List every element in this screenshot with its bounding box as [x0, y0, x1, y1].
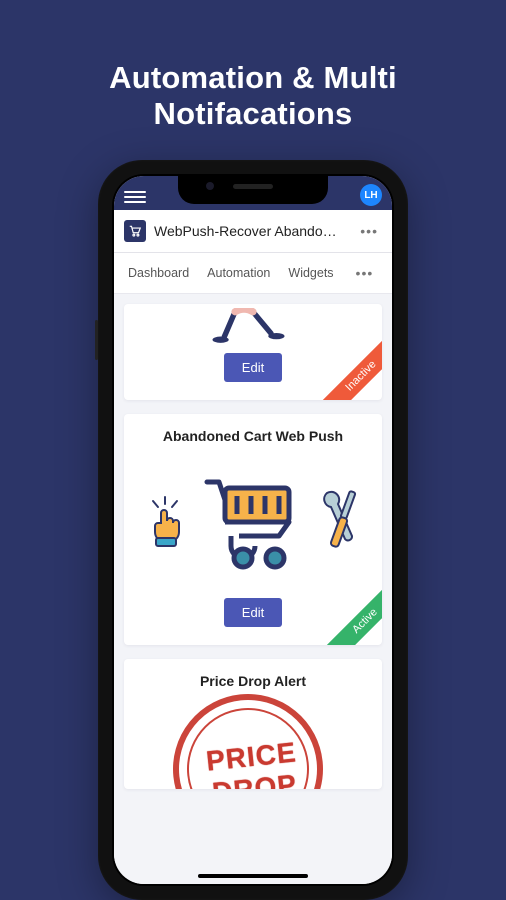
app-icon [124, 220, 146, 242]
edit-button[interactable]: Edit [224, 598, 282, 627]
edit-button[interactable]: Edit [224, 353, 282, 382]
tabs-more-icon[interactable]: ••• [352, 263, 378, 283]
card-welcome-push: Edit Inactive [124, 304, 382, 400]
more-icon[interactable]: ••• [356, 221, 382, 241]
card-title: Price Drop Alert [134, 673, 372, 689]
content-scroll[interactable]: Edit Inactive Abandoned Cart Web Push [114, 294, 392, 884]
tabs: Dashboard Automation Widgets ••• [114, 253, 392, 294]
card-title: Abandoned Cart Web Push [134, 428, 372, 444]
tab-automation[interactable]: Automation [207, 266, 270, 280]
cart-icon [201, 472, 301, 572]
phone-notch [178, 176, 328, 204]
abandoned-illustration [134, 462, 372, 582]
hand-click-icon [145, 495, 185, 549]
tab-dashboard[interactable]: Dashboard [128, 266, 189, 280]
tools-icon [317, 487, 361, 557]
app-title: WebPush-Recover Abando… [154, 223, 348, 239]
card-abandoned-cart: Abandoned Cart Web Push [124, 414, 382, 645]
app-title-row: WebPush-Recover Abando… ••• [114, 210, 392, 253]
menu-icon[interactable] [124, 188, 146, 206]
home-indicator [198, 874, 308, 878]
tab-widgets[interactable]: Widgets [288, 266, 333, 280]
card-price-drop: Price Drop Alert PRICE DROP [124, 659, 382, 789]
page-title: Automation & Multi Notifacations [0, 0, 506, 162]
price-drop-stamp: PRICE DROP [168, 689, 338, 789]
phone-mockup: LH WebPush-Recover Abando… ••• Dashboard… [98, 160, 408, 900]
welcome-illustration [134, 308, 372, 353]
status-badge-active: Active [323, 579, 382, 645]
avatar[interactable]: LH [360, 184, 382, 206]
